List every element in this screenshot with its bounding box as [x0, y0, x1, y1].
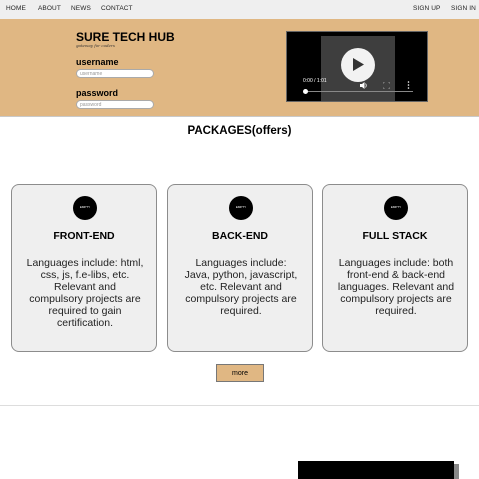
nav-contact-link[interactable]: CONTACT — [101, 5, 133, 12]
username-label: username — [76, 57, 119, 67]
nav-about-link[interactable]: ABOUT — [38, 5, 61, 12]
video-progress-bar[interactable] — [305, 91, 413, 92]
header-banner: SURE TECH HUB gateway for coders usernam… — [0, 19, 479, 117]
package-card-front-end: EMPTY FRONT-END Languages include: html,… — [11, 184, 157, 352]
package-card-full-stack: EMPTY FULL STACK Languages include: both… — [322, 184, 468, 352]
nav-sign-up-link[interactable]: SIGN UP — [413, 5, 440, 12]
password-label: password — [76, 88, 119, 98]
top-navigation: HOME ABOUT NEWS CONTACT SIGN UP SIGN IN — [0, 0, 479, 19]
package-icon-text: EMPTY — [79, 205, 91, 209]
package-description: Languages include: both front-end & back… — [337, 257, 455, 317]
package-icon: EMPTY — [229, 196, 253, 220]
package-description: Languages include: html, css, js, f.e-li… — [26, 257, 144, 329]
section-divider — [0, 405, 479, 406]
nav-news-link[interactable]: NEWS — [71, 5, 91, 12]
package-card-back-end: EMPTY BACK-END Languages include: Java, … — [167, 184, 313, 352]
scrollbar-thumb[interactable] — [454, 464, 459, 479]
nav-home-link[interactable]: HOME — [6, 5, 26, 12]
password-input[interactable] — [76, 100, 154, 109]
video-progress-handle[interactable] — [303, 89, 308, 94]
package-icon-text: EMPTY — [235, 205, 247, 209]
package-title: FRONT-END — [53, 230, 115, 242]
package-icon: EMPTY — [73, 196, 97, 220]
video-time: 0:00 / 1:01 — [303, 78, 327, 84]
package-title: FULL STACK — [362, 230, 428, 242]
username-input[interactable] — [76, 69, 154, 78]
bottom-media-block — [298, 461, 454, 479]
video-player[interactable]: 0:00 / 1:01 — [286, 31, 428, 102]
package-title: BACK-END — [212, 230, 268, 242]
more-button[interactable]: more — [216, 364, 264, 382]
package-description: Languages include: Java, python, javascr… — [184, 257, 298, 317]
brand-title: SURE TECH HUB — [76, 30, 175, 44]
brand-tagline: gateway for coders — [76, 43, 115, 48]
play-button[interactable] — [341, 48, 375, 82]
play-icon — [353, 58, 364, 71]
nav-sign-in-link[interactable]: SIGN IN — [451, 5, 476, 12]
package-icon: EMPTY — [384, 196, 408, 220]
package-icon-text: EMPTY — [390, 205, 402, 209]
packages-title: PACKAGES(offers) — [187, 125, 292, 137]
